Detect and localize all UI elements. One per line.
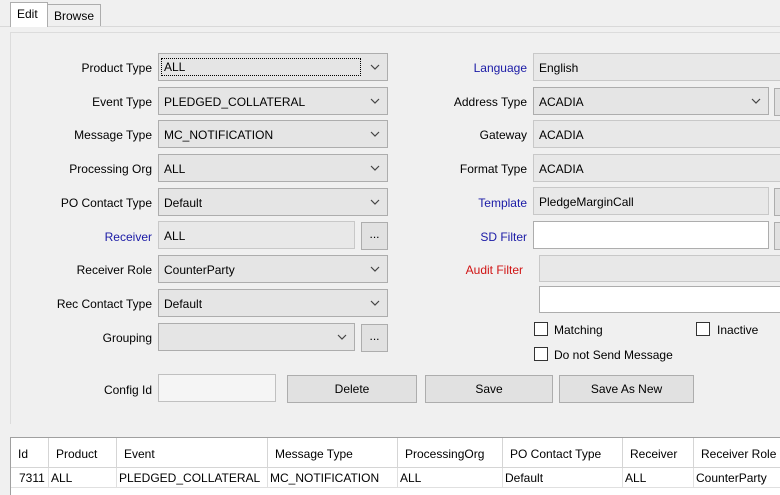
table-cell: 7311 bbox=[11, 468, 49, 488]
inactive-label: Inactive bbox=[717, 323, 759, 337]
address-type-select[interactable]: ACADIA bbox=[533, 87, 769, 115]
table-cell: ALL bbox=[49, 468, 117, 488]
receiver-field[interactable]: ALL bbox=[158, 221, 355, 249]
table-cell: ALL bbox=[398, 468, 503, 488]
address-type-value: ACADIA bbox=[539, 95, 584, 109]
event-type-label: Event Type bbox=[92, 95, 152, 109]
table-cell: PLEDGED_COLLATERAL bbox=[117, 468, 268, 488]
do-not-send-checkbox[interactable] bbox=[534, 347, 548, 361]
address-type-label: Address Type bbox=[453, 95, 527, 109]
template-field[interactable]: PledgeMarginCall bbox=[533, 187, 769, 215]
column-header[interactable]: Receiver Role bbox=[694, 438, 780, 468]
tab-browse[interactable]: Browse bbox=[47, 4, 101, 26]
chevron-down-icon bbox=[370, 199, 380, 205]
column-header[interactable]: Event bbox=[117, 438, 268, 468]
tab-edit-label: Edit bbox=[17, 7, 38, 21]
template-side-button[interactable] bbox=[774, 188, 780, 216]
chevron-down-icon bbox=[370, 300, 380, 306]
processing-org-value: ALL bbox=[164, 162, 186, 176]
product-type-label: Product Type bbox=[81, 61, 153, 75]
matching-label: Matching bbox=[554, 323, 603, 337]
save-button[interactable]: Save bbox=[425, 375, 553, 403]
gateway-field[interactable]: ACADIA bbox=[533, 120, 780, 148]
chevron-down-icon bbox=[370, 64, 380, 70]
po-contact-type-label: PO Contact Type bbox=[60, 196, 152, 210]
config-id-label: Config Id bbox=[103, 383, 152, 397]
receiver-role-select[interactable]: CounterParty bbox=[158, 255, 388, 283]
table-cell: CounterParty bbox=[694, 468, 780, 488]
column-header[interactable]: PO Contact Type bbox=[503, 438, 623, 468]
message-type-value: MC_NOTIFICATION bbox=[164, 128, 274, 142]
column-header[interactable]: Receiver bbox=[623, 438, 694, 468]
receiver-role-label: Receiver Role bbox=[76, 263, 152, 277]
column-header[interactable]: Product bbox=[49, 438, 117, 468]
column-header[interactable]: ProcessingOrg bbox=[398, 438, 503, 468]
audit-filter-field[interactable] bbox=[539, 255, 780, 282]
delete-button[interactable]: Delete bbox=[287, 375, 417, 403]
save-as-new-button[interactable]: Save As New bbox=[559, 375, 694, 403]
chevron-down-icon bbox=[370, 165, 380, 171]
config-id-field[interactable] bbox=[158, 374, 276, 402]
sd-filter-label[interactable]: SD Filter bbox=[480, 230, 527, 244]
audit-filter-label[interactable]: Audit Filter bbox=[466, 263, 523, 277]
matching-checkbox[interactable] bbox=[534, 322, 548, 336]
rec-contact-type-value: Default bbox=[164, 297, 203, 311]
sd-filter-side-button[interactable] bbox=[774, 222, 780, 250]
message-type-select[interactable]: MC_NOTIFICATION bbox=[158, 120, 388, 148]
message-type-label: Message Type bbox=[74, 128, 152, 142]
tab-strip-divider bbox=[0, 26, 780, 27]
processing-org-label: Processing Org bbox=[69, 162, 152, 176]
language-field[interactable]: English bbox=[533, 53, 780, 81]
rec-contact-type-label: Rec Contact Type bbox=[56, 297, 152, 311]
chevron-down-icon bbox=[370, 266, 380, 272]
gateway-value: ACADIA bbox=[539, 128, 584, 142]
receiver-browse-button[interactable]: ... bbox=[361, 222, 388, 250]
template-value: PledgeMarginCall bbox=[539, 195, 634, 209]
receiver-value: ALL bbox=[164, 229, 186, 243]
event-type-select[interactable]: PLEDGED_COLLATERAL bbox=[158, 87, 388, 115]
column-header[interactable]: Message Type bbox=[268, 438, 398, 468]
chevron-down-icon bbox=[370, 131, 380, 137]
chevron-down-icon bbox=[751, 98, 761, 104]
product-type-value: ALL bbox=[161, 58, 361, 76]
language-label[interactable]: Language bbox=[474, 61, 527, 75]
table-cell: ALL bbox=[623, 468, 694, 488]
tab-browse-label: Browse bbox=[54, 9, 95, 23]
template-label[interactable]: Template bbox=[478, 196, 527, 210]
receiver-role-value: CounterParty bbox=[164, 263, 235, 277]
grouping-select[interactable] bbox=[158, 323, 355, 351]
audit-filter-text[interactable] bbox=[539, 286, 780, 313]
rec-contact-type-select[interactable]: Default bbox=[158, 289, 388, 317]
processing-org-select[interactable]: ALL bbox=[158, 154, 388, 182]
column-header[interactable]: Id bbox=[11, 438, 49, 468]
po-contact-type-select[interactable]: Default bbox=[158, 188, 388, 216]
results-table: Id Product Event Message Type Processing… bbox=[10, 437, 780, 495]
grouping-label: Grouping bbox=[102, 331, 152, 345]
gateway-label: Gateway bbox=[479, 128, 527, 142]
receiver-label[interactable]: Receiver bbox=[105, 230, 152, 244]
format-type-label: Format Type bbox=[459, 162, 527, 176]
sd-filter-field[interactable] bbox=[533, 221, 769, 249]
grouping-browse-button[interactable]: ... bbox=[361, 324, 388, 352]
event-type-value: PLEDGED_COLLATERAL bbox=[164, 95, 306, 109]
table-cell: Default bbox=[503, 468, 623, 488]
chevron-down-icon bbox=[337, 334, 347, 340]
table-cell: MC_NOTIFICATION bbox=[268, 468, 398, 488]
format-type-field[interactable]: ACADIA bbox=[533, 154, 780, 182]
address-type-side-button[interactable] bbox=[774, 88, 780, 116]
language-value: English bbox=[539, 61, 579, 75]
tab-edit[interactable]: Edit bbox=[10, 2, 48, 27]
do-not-send-label: Do not Send Message bbox=[554, 348, 673, 362]
product-type-select[interactable]: ALL bbox=[158, 53, 388, 81]
chevron-down-icon bbox=[370, 98, 380, 104]
po-contact-type-value: Default bbox=[164, 196, 203, 210]
format-type-value: ACADIA bbox=[539, 162, 584, 176]
inactive-checkbox[interactable] bbox=[696, 322, 710, 336]
